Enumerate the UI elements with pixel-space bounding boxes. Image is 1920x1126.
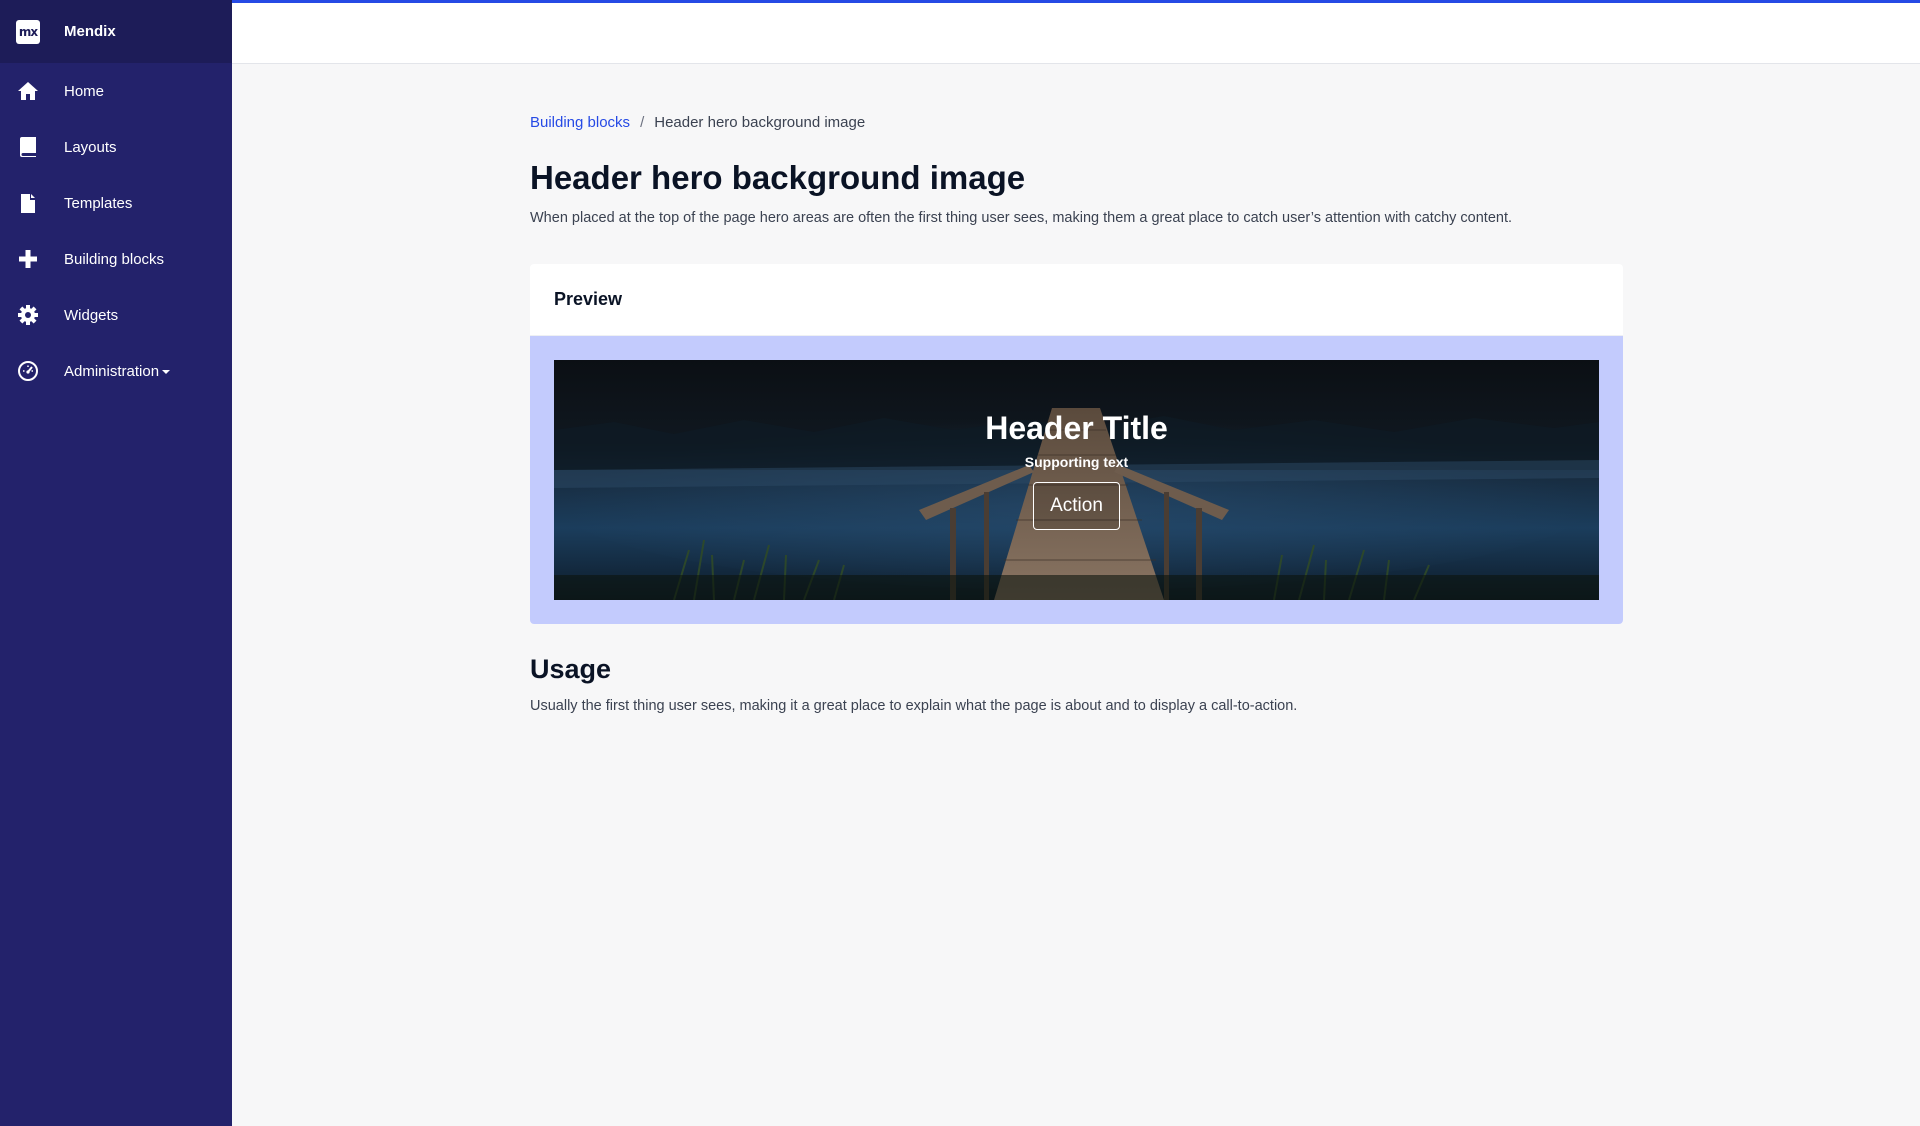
sidebar-nav: Home Layouts Templates Building blocks W… — [0, 63, 232, 399]
home-icon — [16, 79, 40, 103]
sidebar-item-layouts[interactable]: Layouts — [0, 119, 232, 175]
breadcrumb-link-building-blocks[interactable]: Building blocks — [530, 114, 630, 131]
sidebar-item-label: Widgets — [64, 306, 119, 324]
sidebar-item-label: Administration — [64, 363, 171, 380]
hero-banner: Header Title Supporting text Action — [554, 360, 1599, 600]
hero-title: Header Title — [985, 410, 1168, 446]
dashboard-icon — [16, 359, 40, 383]
breadcrumb: Building blocks / Header hero background… — [530, 110, 1623, 134]
sidebar-item-widgets[interactable]: Widgets — [0, 287, 232, 343]
main-content: Building blocks / Header hero background… — [530, 110, 1623, 716]
file-icon — [16, 191, 40, 215]
chevron-down-icon — [162, 369, 171, 374]
page-description: When placed at the top of the page hero … — [530, 210, 1513, 226]
sidebar-item-label: Building blocks — [64, 250, 165, 268]
sidebar-item-label: Templates — [64, 194, 133, 212]
sidebar-item-label: Home — [64, 82, 105, 100]
page-title: Header hero background image — [530, 159, 1026, 196]
preview-body: Header Title Supporting text Action — [530, 336, 1623, 624]
mendix-logo: mx — [16, 19, 40, 44]
plus-icon — [16, 247, 40, 271]
hero-content: Header Title Supporting text Action — [554, 408, 1599, 530]
brand-bar[interactable]: mx Mendix — [0, 0, 232, 63]
sidebar-item-label: Layouts — [64, 138, 117, 156]
sidebar-item-templates[interactable]: Templates — [0, 175, 232, 231]
brand-name: Mendix — [64, 23, 116, 40]
hero-action-button[interactable]: Action — [1033, 482, 1120, 530]
sidebar-item-building-blocks[interactable]: Building blocks — [0, 231, 232, 287]
breadcrumb-separator: / — [640, 113, 645, 131]
preview-header: Preview — [530, 264, 1623, 336]
sidebar-item-home[interactable]: Home — [0, 63, 232, 119]
breadcrumb-current: Header hero background image — [654, 113, 866, 131]
book-icon — [16, 135, 40, 159]
sidebar-item-administration[interactable]: Administration — [0, 343, 232, 399]
hero-subtitle: Supporting text — [1024, 454, 1129, 470]
gear-icon — [16, 303, 40, 327]
preview-card: Preview Header Title Supporting text Act… — [530, 264, 1623, 624]
top-bar — [232, 0, 1920, 64]
sidebar: mx Mendix Home Layouts Templates Buildin… — [0, 0, 232, 1126]
usage-description: Usually the first thing user sees, makin… — [530, 698, 1298, 714]
usage-title: Usage — [530, 654, 612, 684]
